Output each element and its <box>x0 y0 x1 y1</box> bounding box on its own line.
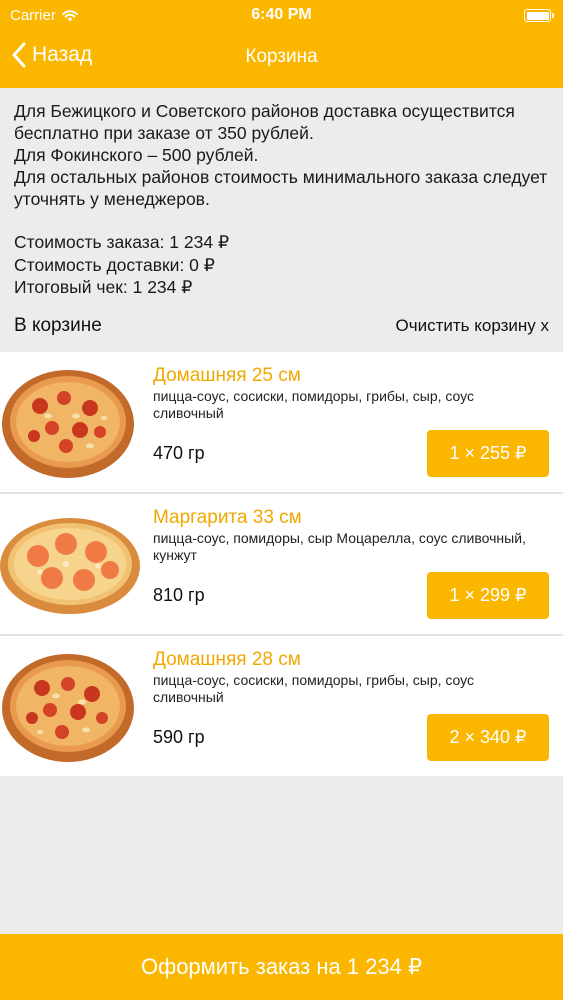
cart-heading: В корзине <box>14 315 102 336</box>
cost-summary: Стоимость заказа: 1 234 ₽ Стоимость дост… <box>14 231 229 299</box>
item-description: пицца-соус, сосиски, помидоры, грибы, сы… <box>153 388 475 421</box>
delivery-info: Для Бежицкого и Советского районов доста… <box>14 100 549 210</box>
cart-item: Домашняя 25 см пицца-соус, сосиски, поми… <box>0 352 563 492</box>
cart-items-list: Домашняя 25 см пицца-соус, сосиски, поми… <box>0 352 563 776</box>
cart-item: Маргарита 33 см пицца-соус, помидоры, сы… <box>0 494 563 634</box>
quantity-price-button[interactable]: 1 × 299 ₽ <box>427 572 549 619</box>
item-title: Домашняя 28 см <box>153 649 301 670</box>
quantity-price-button[interactable]: 1 × 255 ₽ <box>427 430 549 477</box>
navigation-bar: Назад Корзина <box>0 32 563 88</box>
delivery-info-line: Для остальных районов стоимость минималь… <box>14 167 548 209</box>
pizza-image <box>0 518 140 614</box>
item-title: Домашняя 25 см <box>153 365 301 386</box>
page-title: Корзина <box>245 46 318 67</box>
item-weight: 810 гр <box>153 585 205 605</box>
checkout-button[interactable]: Оформить заказ на 1 234 ₽ <box>0 934 563 1000</box>
order-cost: Стоимость заказа: 1 234 ₽ <box>14 232 230 252</box>
item-description: пицца-соус, помидоры, сыр Моцарелла, соу… <box>153 530 526 563</box>
pizza-image <box>2 654 134 762</box>
item-weight: 590 гр <box>153 727 205 747</box>
cart-item: Домашняя 28 см пицца-соус, сосиски, поми… <box>0 636 563 776</box>
item-title: Маргарита 33 см <box>153 507 302 528</box>
clear-cart-button[interactable]: Очистить корзину x <box>396 316 549 336</box>
delivery-cost: Стоимость доставки: 0 ₽ <box>14 254 215 275</box>
item-description: пицца-соус, сосиски, помидоры, грибы, сы… <box>153 672 475 705</box>
delivery-info-line: Для Бежицкого и Советского районов доста… <box>14 101 515 143</box>
battery-icon <box>524 9 554 22</box>
status-time: 6:40 PM <box>251 6 312 23</box>
item-weight: 470 гр <box>153 443 205 463</box>
quantity-price-button[interactable]: 2 × 340 ₽ <box>427 714 549 761</box>
pizza-image <box>2 370 134 478</box>
status-bar: Carrier 6:40 PM <box>0 0 563 32</box>
total-cost: Итоговый чек: 1 234 ₽ <box>14 277 193 297</box>
delivery-info-line: Для Фокинского – 500 рублей. <box>14 145 259 165</box>
battery-level <box>526 11 549 20</box>
